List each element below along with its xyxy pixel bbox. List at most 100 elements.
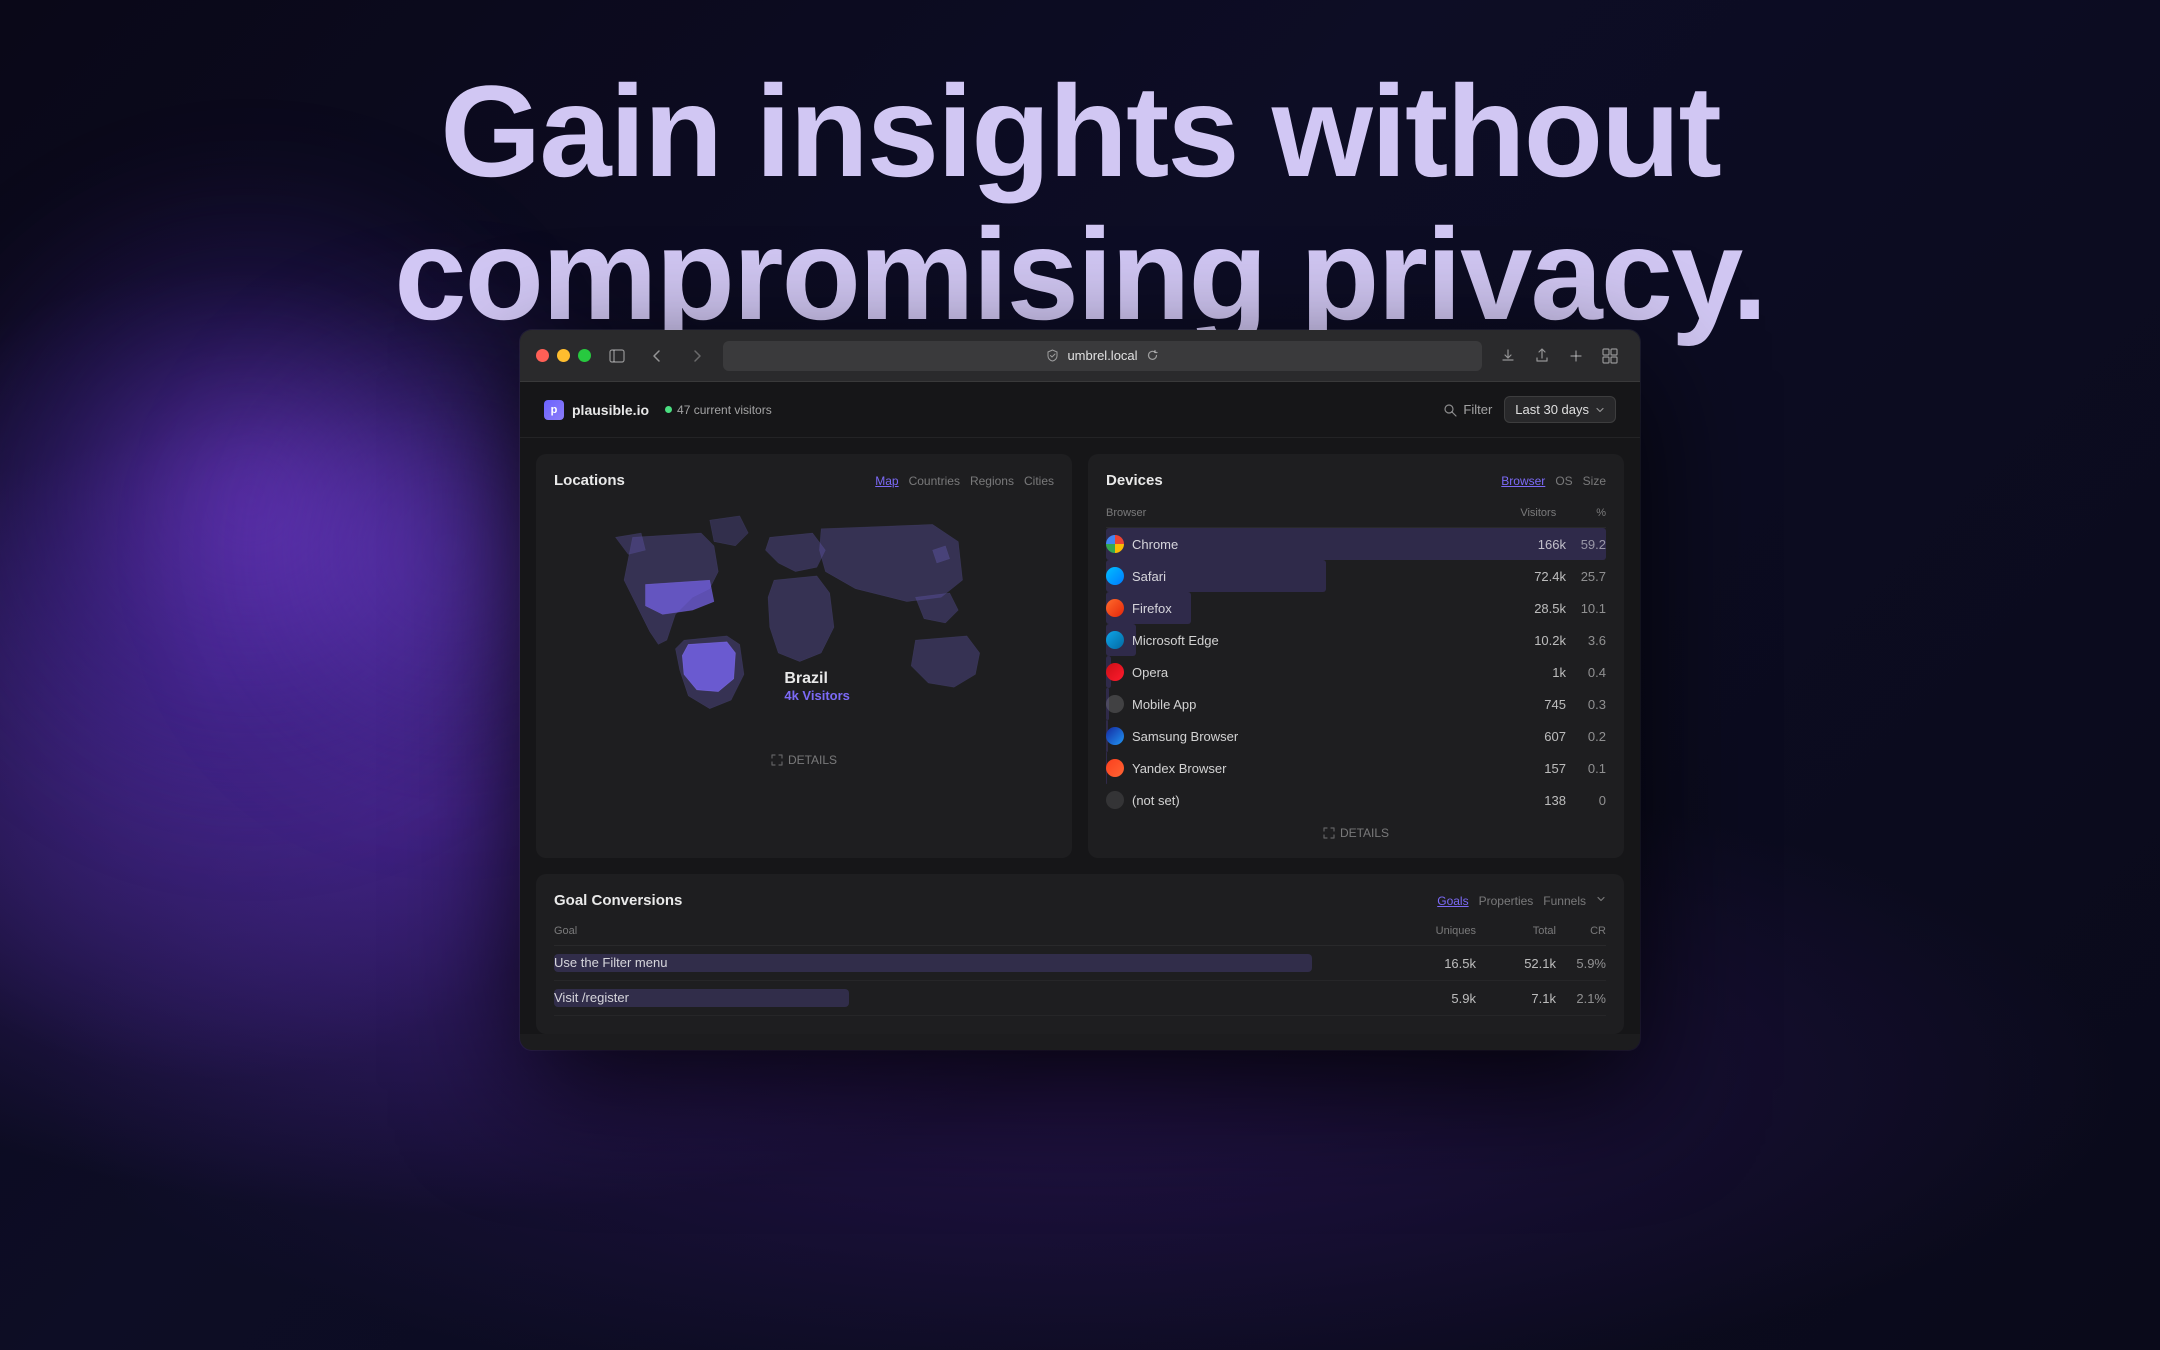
browser-row[interactable]: Mobile App 745 0.3 [1106, 688, 1606, 720]
logo-text: plausible.io [572, 402, 649, 418]
address-bar[interactable]: umbrel.local [723, 341, 1482, 371]
col-browser-label: Browser [1106, 507, 1146, 519]
browser-row[interactable]: Safari 72.4k 25.7 [1106, 560, 1606, 592]
minimize-button[interactable] [557, 349, 570, 362]
col-percent-label: % [1596, 507, 1606, 519]
browser-icon [1106, 695, 1124, 713]
app-logo: p plausible.io [544, 400, 649, 420]
maximize-button[interactable] [578, 349, 591, 362]
browser-window: umbrel.local [520, 330, 1640, 1050]
devices-details-button[interactable]: DETAILS [1106, 826, 1606, 840]
goals-panel: Goal Conversions Goals Properties Funnel… [536, 874, 1624, 1034]
app-header: p plausible.io 47 current visitors Filte… [520, 382, 1640, 438]
goals-title: Goal Conversions [554, 892, 682, 909]
close-button[interactable] [536, 349, 549, 362]
browser-visitors: 1k [1511, 665, 1566, 680]
browser-visitors: 138 [1511, 793, 1566, 808]
tab-cities[interactable]: Cities [1024, 474, 1054, 488]
browser-row[interactable]: Opera 1k 0.4 [1106, 656, 1606, 688]
browser-action-buttons [1494, 342, 1624, 370]
hero-line2: compromising privacy. [0, 203, 2160, 346]
browser-row[interactable]: Firefox 28.5k 10.1 [1106, 592, 1606, 624]
locations-panel: Locations Map Countries Regions Cities [536, 454, 1072, 858]
date-range-picker[interactable]: Last 30 days [1504, 396, 1616, 423]
share-button[interactable] [1528, 342, 1556, 370]
browser-visitors: 72.4k [1511, 569, 1566, 584]
goal-uniques: 5.9k [1396, 991, 1476, 1006]
browser-row[interactable]: Samsung Browser 607 0.2 [1106, 720, 1606, 752]
tab-funnels[interactable]: Funnels [1543, 894, 1586, 908]
back-button[interactable] [643, 342, 671, 370]
goal-bar-container: Use the Filter menu [554, 954, 1396, 972]
map-tooltip: Brazil 4k Visitors [784, 670, 850, 703]
traffic-lights [536, 349, 591, 362]
goals-header: Goal Conversions Goals Properties Funnel… [554, 892, 1606, 909]
tab-browser[interactable]: Browser [1501, 474, 1545, 488]
shield-icon [1046, 349, 1059, 362]
browsers-list: Chrome 166k 59.2 Safari 72.4k 25.7 Firef… [1106, 528, 1606, 816]
live-count: 47 current visitors [677, 403, 772, 417]
sidebar-toggle-button[interactable] [603, 342, 631, 370]
map-svg [554, 503, 1054, 743]
goal-bar-fill [554, 954, 1312, 972]
goal-row[interactable]: Use the Filter menu 16.5k 52.1k 5.9% [554, 946, 1606, 981]
filter-button[interactable]: Filter [1443, 402, 1492, 417]
goal-row[interactable]: Visit /register 5.9k 7.1k 2.1% [554, 981, 1606, 1016]
tab-os[interactable]: OS [1555, 474, 1572, 488]
devices-tabs: Browser OS Size [1501, 474, 1606, 488]
new-tab-button[interactable] [1562, 342, 1590, 370]
browser-icon [1106, 631, 1124, 649]
browser-name: Samsung Browser [1132, 729, 1511, 744]
browser-row[interactable]: (not set) 138 0 [1106, 784, 1606, 816]
tab-regions[interactable]: Regions [970, 474, 1014, 488]
tab-countries[interactable]: Countries [909, 474, 960, 488]
expand-icon [1323, 827, 1335, 839]
main-panels: Locations Map Countries Regions Cities [520, 438, 1640, 874]
browser-name: Safari [1132, 569, 1511, 584]
locations-title: Locations [554, 472, 625, 489]
browser-percent: 3.6 [1566, 633, 1606, 648]
tooltip-country: Brazil [784, 670, 850, 688]
tab-map[interactable]: Map [875, 474, 898, 488]
filter-label: Filter [1463, 402, 1492, 417]
browser-visitors: 157 [1511, 761, 1566, 776]
details-label: DETAILS [788, 753, 837, 767]
tab-overview-button[interactable] [1596, 342, 1624, 370]
tab-goals[interactable]: Goals [1437, 894, 1468, 908]
browser-percent: 59.2 [1566, 537, 1606, 552]
browser-visitors: 745 [1511, 697, 1566, 712]
tab-properties[interactable]: Properties [1479, 894, 1534, 908]
goals-col-cr: CR [1556, 925, 1606, 937]
search-icon [1443, 403, 1457, 417]
goals-col-total: Total [1476, 925, 1556, 937]
devices-panel: Devices Browser OS Size Browser Visitors… [1088, 454, 1624, 858]
browser-visitors: 28.5k [1511, 601, 1566, 616]
devices-details-label: DETAILS [1340, 826, 1389, 840]
tab-size[interactable]: Size [1583, 474, 1606, 488]
browser-row[interactable]: Microsoft Edge 10.2k 3.6 [1106, 624, 1606, 656]
date-range-text: Last 30 days [1515, 402, 1589, 417]
locations-details-button[interactable]: DETAILS [554, 753, 1054, 767]
chevron-down-icon [1596, 894, 1606, 904]
header-controls: Filter Last 30 days [1443, 396, 1616, 423]
browser-icon [1106, 599, 1124, 617]
browser-percent: 0.3 [1566, 697, 1606, 712]
logo-icon: p [544, 400, 564, 420]
forward-button[interactable] [683, 342, 711, 370]
goal-uniques: 16.5k [1396, 956, 1476, 971]
browser-percent: 0.1 [1566, 761, 1606, 776]
locations-header: Locations Map Countries Regions Cities [554, 472, 1054, 489]
browser-percent: 0 [1566, 793, 1606, 808]
refresh-icon[interactable] [1146, 349, 1159, 362]
browser-row[interactable]: Yandex Browser 157 0.1 [1106, 752, 1606, 784]
download-button[interactable] [1494, 342, 1522, 370]
world-map: Brazil 4k Visitors [554, 503, 1054, 743]
tooltip-count: 4k [784, 688, 798, 703]
browser-row[interactable]: Chrome 166k 59.2 [1106, 528, 1606, 560]
browser-percent: 0.2 [1566, 729, 1606, 744]
tooltip-visitors: 4k Visitors [784, 688, 850, 703]
goals-col-goal: Goal [554, 925, 1396, 937]
browser-name: Chrome [1132, 537, 1511, 552]
devices-title: Devices [1106, 472, 1163, 489]
tooltip-label: Visitors [802, 688, 849, 703]
